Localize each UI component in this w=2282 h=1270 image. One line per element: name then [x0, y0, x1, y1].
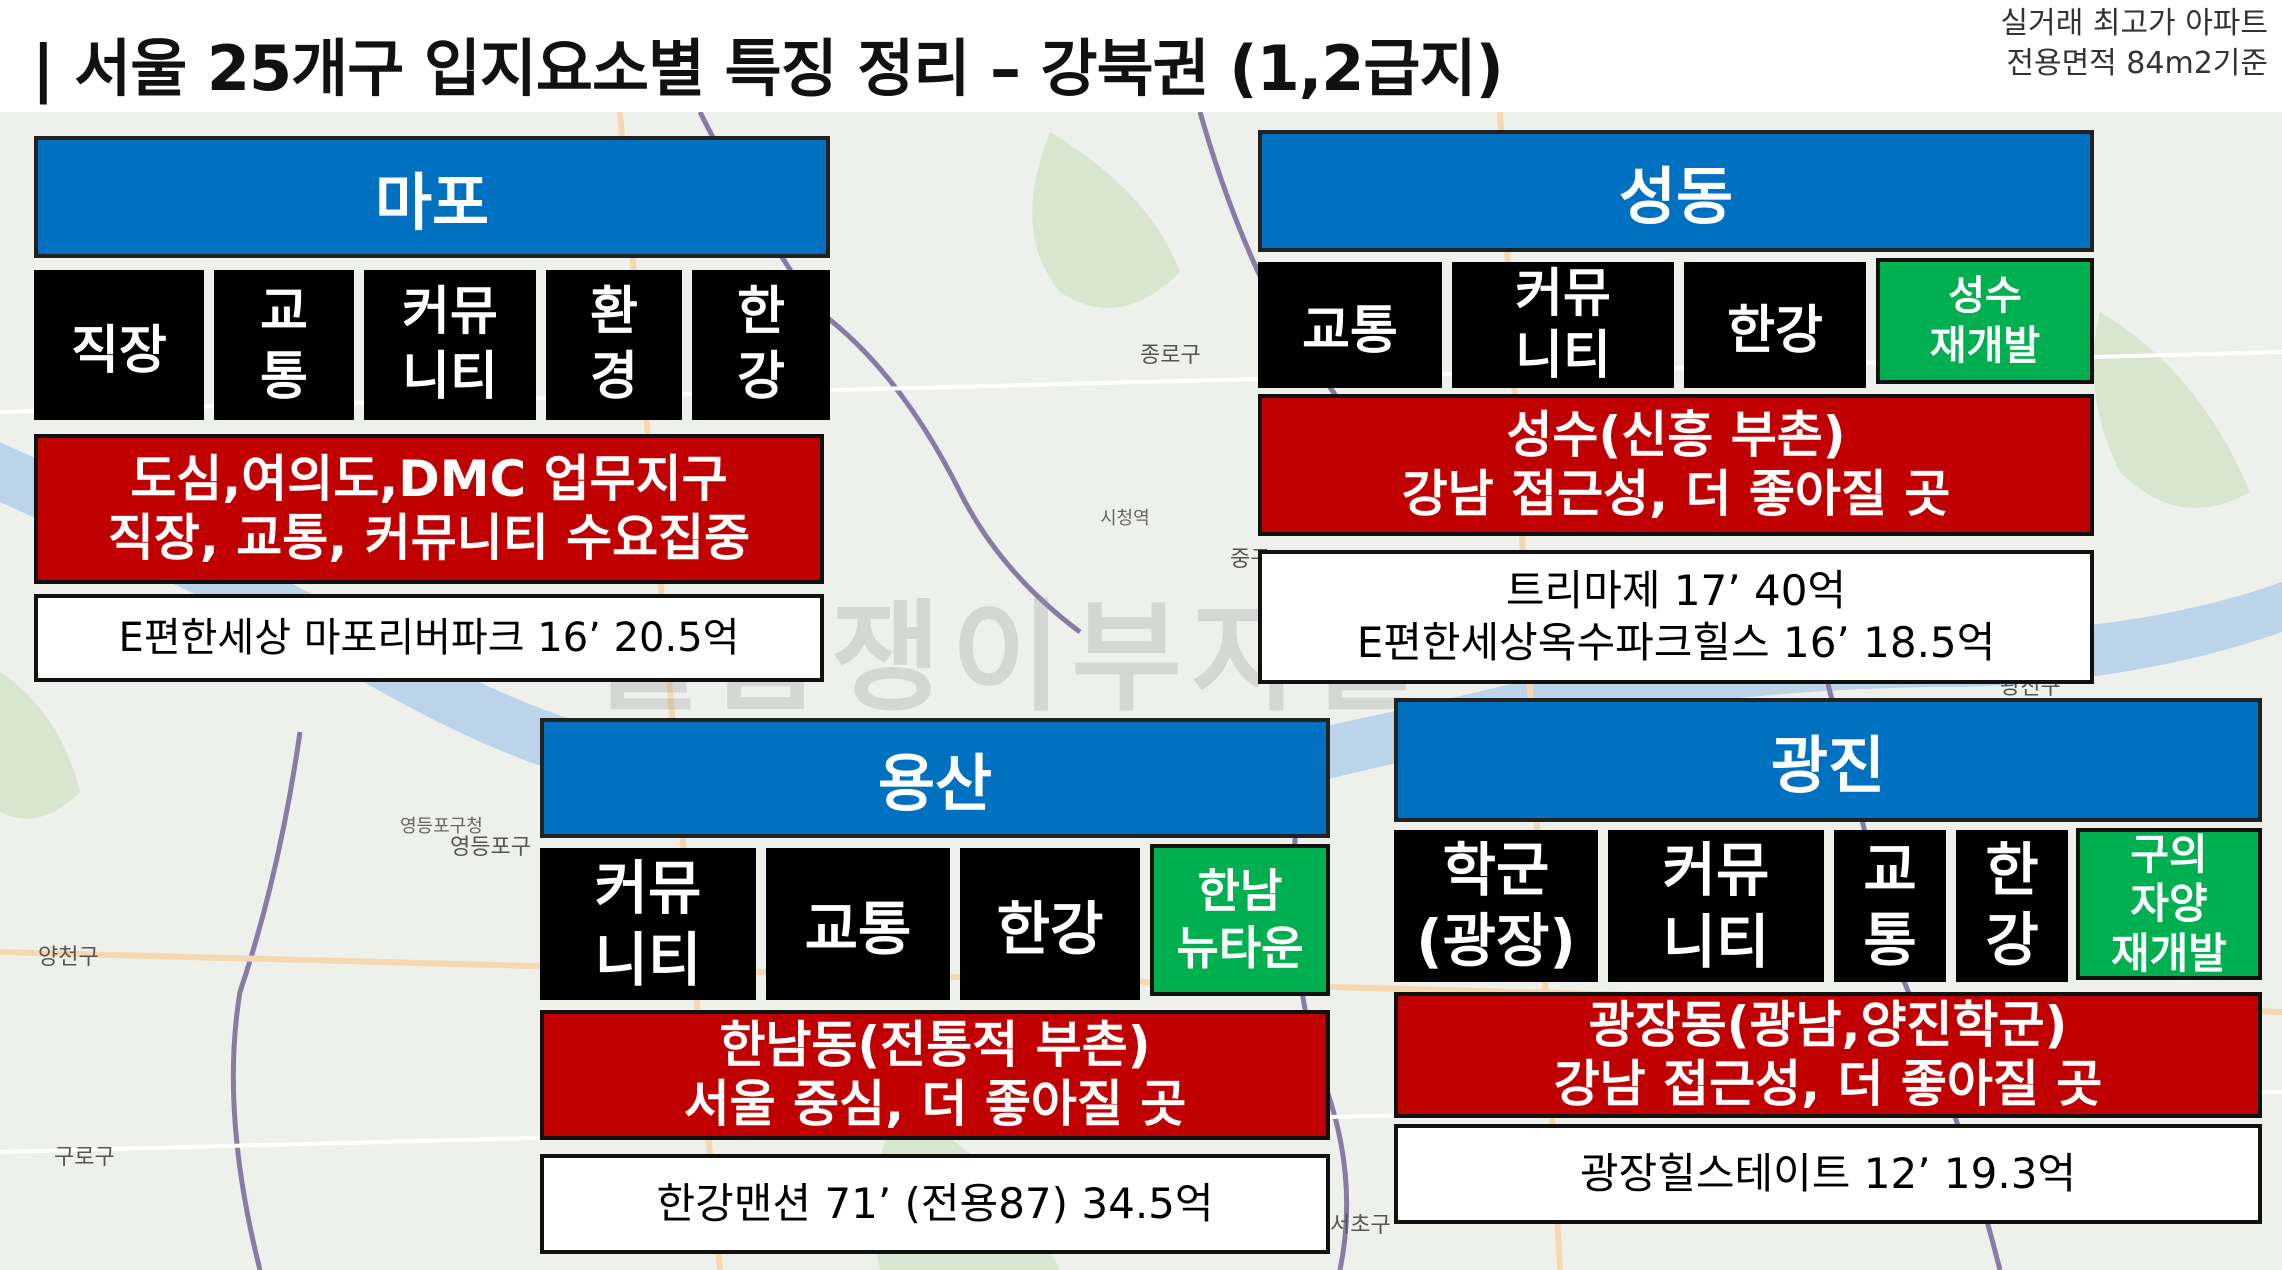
yongsan-description: 한남동(전통적 부촌) 서울 중심, 더 좋아질 곳 — [540, 1010, 1330, 1140]
mapo-apartment: E편한세상 마포리버파크 16’ 20.5억 — [34, 594, 824, 682]
mapo-title-text: 마포 — [374, 166, 490, 239]
note-line-1: 실거래 최고가 아파트 — [2000, 6, 2268, 41]
map-label: 양천구 — [38, 945, 99, 970]
seongdong-tag-1: 교통 — [1258, 262, 1442, 388]
map-label: 종로구 — [1140, 343, 1201, 368]
map-label: 구로구 — [54, 1145, 115, 1170]
map-label: 영등포구청 — [400, 816, 483, 837]
map-label: 서초구 — [1330, 1213, 1391, 1238]
mapo-tag-1: 직장 — [34, 270, 204, 420]
mapo-tag-3: 커뮤 니티 — [364, 270, 536, 420]
mapo-tag-4: 환 경 — [546, 270, 682, 420]
seongdong-tag-3: 한강 — [1684, 262, 1866, 388]
yongsan-highlight: 한남 뉴타운 — [1150, 844, 1330, 996]
gwangjin-title: 광진 — [1394, 698, 2262, 822]
gwangjin-highlight: 구의 자양 재개발 — [2076, 828, 2262, 980]
map-label: 영등포구 — [450, 835, 531, 860]
gwangjin-tag-2: 커뮤 니티 — [1608, 830, 1824, 982]
mapo-tag-5: 한 강 — [692, 270, 830, 420]
gwangjin-tag-4: 한 강 — [1956, 830, 2068, 982]
seongdong-apartment: 트리마제 17’ 40억 E편한세상옥수파크힐스 16’ 18.5억 — [1258, 550, 2094, 684]
map-label: 시청역 — [1100, 508, 1150, 529]
note-line-2: 전용면적 84m2기준 — [2006, 46, 2268, 81]
mapo-tag-2: 교 통 — [214, 270, 354, 420]
yongsan-apartment: 한강맨션 71’ (전용87) 34.5억 — [540, 1154, 1330, 1254]
mapo-description: 도심,여의도,DMC 업무지구 직장, 교통, 커뮤니티 수요집중 — [34, 434, 824, 584]
page-title: | 서울 25개구 입지요소별 특징 정리 – 강북권 (1,2급지) — [32, 32, 1504, 105]
yongsan-title: 용산 — [540, 718, 1330, 838]
yongsan-tag-1: 커뮤 니티 — [540, 848, 756, 1000]
gwangjin-description: 광장동(광남,양진학군) 강남 접근성, 더 좋아질 곳 — [1394, 992, 2262, 1118]
header: | 서울 25개구 입지요소별 특징 정리 – 강북권 (1,2급지) 실거래 … — [0, 0, 2282, 112]
seongdong-description: 성수(신흥 부촌) 강남 접근성, 더 좋아질 곳 — [1258, 394, 2094, 536]
gwangjin-tag-3: 교 통 — [1834, 830, 1946, 982]
yongsan-tag-3: 한강 — [960, 848, 1140, 1000]
seongdong-tag-2: 커뮤 니티 — [1452, 262, 1674, 388]
header-note: 실거래 최고가 아파트 전용면적 84m2기준 — [2001, 4, 2268, 84]
gwangjin-apartment: 광장힐스테이트 12’ 19.3억 — [1394, 1124, 2262, 1224]
seongdong-title: 성동 — [1258, 130, 2094, 252]
mapo-title: 마포 — [34, 136, 830, 258]
yongsan-tag-2: 교통 — [766, 848, 950, 1000]
seongdong-highlight: 성수 재개발 — [1876, 258, 2094, 384]
gwangjin-tag-1: 학군 (광장) — [1394, 830, 1598, 982]
